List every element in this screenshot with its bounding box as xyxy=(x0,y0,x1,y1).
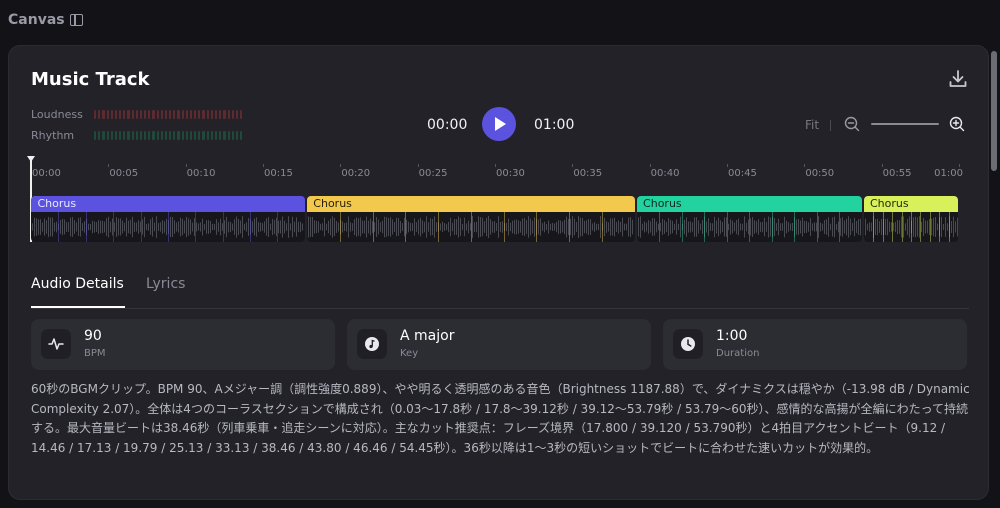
tick-mark xyxy=(108,164,110,167)
track-title: Music Track xyxy=(31,69,150,90)
tick-mark xyxy=(417,164,419,167)
tick-mark xyxy=(804,164,806,167)
tick-mark xyxy=(185,164,187,167)
section-chorus[interactable]: Chorus xyxy=(307,196,636,242)
tick-label: 00:50 xyxy=(805,168,835,179)
music-track-card: Music Track Loudness Rhythm 00:00 01:00 … xyxy=(8,45,989,500)
section-chorus[interactable]: Chorus xyxy=(637,196,862,242)
download-icon[interactable] xyxy=(947,68,969,90)
scrollbar[interactable] xyxy=(991,45,997,500)
tick-mark xyxy=(881,164,883,167)
zoom-out-icon[interactable] xyxy=(844,116,860,132)
top-bar: Canvas xyxy=(0,0,1000,44)
section-chorus[interactable]: Chorus xyxy=(863,196,958,242)
fit-button[interactable]: Fit xyxy=(805,118,819,132)
tick-label: 00:05 xyxy=(109,168,139,179)
tick-label: 00:55 xyxy=(882,168,912,179)
key-label: Key xyxy=(400,348,419,359)
waveform xyxy=(637,212,862,242)
key-value: A major xyxy=(400,328,455,344)
zoom-slider[interactable] xyxy=(871,123,939,125)
tick-label: 00:20 xyxy=(341,168,371,179)
section-header: Chorus xyxy=(637,196,862,212)
bpm-label: BPM xyxy=(84,348,106,359)
waveform xyxy=(307,212,636,242)
tick-label: 00:35 xyxy=(573,168,603,179)
divider xyxy=(830,120,831,131)
duration-value: 1:00 xyxy=(716,328,748,344)
tick-mark xyxy=(959,164,960,167)
rhythm-meter xyxy=(94,131,243,140)
waveform xyxy=(31,212,306,242)
section-label: Chorus xyxy=(37,197,77,210)
tick-mark xyxy=(495,164,496,167)
stat-duration: 1:00 Duration xyxy=(663,319,967,370)
tick-mark xyxy=(572,164,574,167)
section-label: Chorus xyxy=(869,197,909,210)
zoom-in-icon[interactable] xyxy=(949,116,965,132)
tick-label: 00:15 xyxy=(264,168,293,179)
section-header: Chorus xyxy=(307,196,636,212)
waveform xyxy=(863,212,958,242)
tick-label: 01:00 xyxy=(934,168,963,179)
loudness-meter xyxy=(94,110,243,119)
section-header: Chorus xyxy=(863,196,958,212)
tab-audio-details[interactable]: Audio Details xyxy=(31,276,124,292)
tick-label: 00:25 xyxy=(418,168,448,179)
tick-label: 00:40 xyxy=(650,168,680,179)
tick-mark xyxy=(340,164,342,167)
stat-bpm: 90 BPM xyxy=(31,319,335,370)
timeline-ruler[interactable]: 00:00 00:05 00:10 00:15 00:20 00:25 00:30 00:35… xyxy=(31,164,963,184)
duration-label: Duration xyxy=(716,348,760,359)
stat-key: A major Key xyxy=(347,319,651,370)
total-time: 01:00 xyxy=(534,117,575,133)
section-header: Chorus xyxy=(31,196,306,212)
clock-icon xyxy=(673,329,703,359)
tick-mark xyxy=(263,164,264,167)
tick-label: 00:00 xyxy=(32,168,61,179)
sidebar-icon[interactable] xyxy=(70,14,83,26)
scrollbar-thumb[interactable] xyxy=(991,51,997,171)
tick-label: 00:10 xyxy=(186,168,216,179)
tick-mark xyxy=(727,164,728,167)
music-note-icon xyxy=(357,329,387,359)
rhythm-label: Rhythm xyxy=(31,129,75,142)
section-label: Chorus xyxy=(643,197,682,210)
bpm-value: 90 xyxy=(84,328,102,344)
pulse-icon xyxy=(41,329,71,359)
section-chorus[interactable]: Chorus xyxy=(31,196,306,242)
section-label: Chorus xyxy=(313,197,352,210)
tab-bar: Audio Details Lyrics xyxy=(31,274,969,309)
track-description: 60秒のBGMクリップ。BPM 90、Aメジャー調（調性強度0.889）、やや明… xyxy=(31,382,970,455)
play-button[interactable] xyxy=(482,107,516,141)
tick-label: 00:30 xyxy=(496,168,525,179)
loudness-label: Loudness xyxy=(31,108,83,121)
tick-label: 00:45 xyxy=(728,168,757,179)
active-tab-indicator xyxy=(31,306,125,308)
current-time: 00:00 xyxy=(427,117,468,133)
tab-lyrics[interactable]: Lyrics xyxy=(146,276,185,292)
tick-mark xyxy=(649,164,651,167)
app-title: Canvas xyxy=(8,12,65,28)
